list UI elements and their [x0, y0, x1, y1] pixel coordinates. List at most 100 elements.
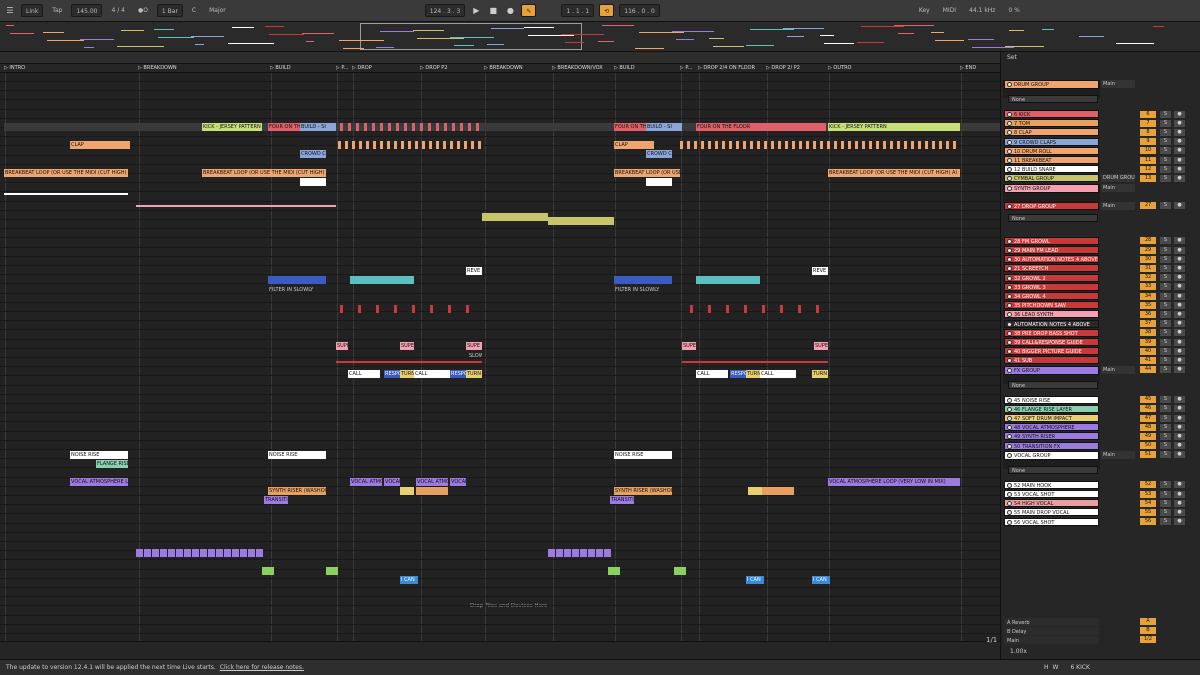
track-fold-icon[interactable] [1007, 406, 1012, 412]
track-header[interactable]: 48 VOCAL ATMOSPHERE [1004, 423, 1099, 432]
track-number[interactable]: 39 [1140, 338, 1156, 346]
clip-turn-2[interactable]: TURN [466, 370, 482, 378]
track-header[interactable]: 41 SUB [1004, 356, 1099, 365]
track-number[interactable]: 13 [1140, 174, 1156, 182]
track-fold-icon[interactable] [1007, 416, 1012, 421]
track-header[interactable]: 49 SYNTH RISER [1004, 432, 1099, 441]
clip-synth-blue[interactable] [268, 276, 326, 284]
clip-four-floor-3[interactable]: FOUR ON THE FLOOR [696, 123, 826, 131]
clip-turn-4[interactable]: TURN [812, 370, 828, 378]
track-lane[interactable] [0, 533, 1000, 542]
track-fold-icon[interactable] [1007, 501, 1012, 507]
return-track[interactable]: Main [1004, 636, 1099, 644]
clap-hit[interactable] [932, 141, 935, 149]
solo-button[interactable]: S [1160, 165, 1171, 173]
clap-hit[interactable] [890, 141, 893, 149]
midi-map-button[interactable]: MIDI [939, 4, 960, 17]
locator-6[interactable]: ▷ BREAKDOWN [484, 65, 523, 71]
tap-button[interactable]: Tap [48, 4, 66, 17]
vocal-hook-chop[interactable] [184, 549, 191, 557]
growl-hit[interactable] [376, 305, 379, 313]
clap-hit[interactable] [359, 141, 362, 149]
locator-10[interactable]: ▷ DROP 2/4 ON FLOOR [698, 65, 755, 71]
h-toggle[interactable]: H [1044, 664, 1049, 671]
clap-hit[interactable] [904, 141, 907, 149]
track-header[interactable]: 29 MAIN FM LEAD [1004, 246, 1099, 254]
arm-button[interactable]: ● [1174, 423, 1185, 431]
locator-7[interactable]: ▷ BREAKDOWN/VOX [552, 65, 603, 71]
solo-button[interactable]: S [1160, 320, 1171, 328]
track-fold-icon[interactable] [1007, 312, 1012, 318]
clap-hit[interactable] [722, 141, 725, 149]
clap-hit[interactable] [834, 141, 837, 149]
vocal-hook-chop[interactable] [192, 549, 199, 557]
growl-hit[interactable] [448, 305, 451, 313]
track-fold-icon[interactable] [1007, 139, 1012, 145]
clap-hit[interactable] [750, 141, 753, 149]
clip-reverb-2[interactable]: REVE [812, 267, 828, 275]
arm-button[interactable]: ● [1174, 329, 1185, 337]
output-routing[interactable]: DRUM GROU [1101, 174, 1135, 183]
clap-hit[interactable] [457, 141, 460, 149]
clap-hit[interactable] [918, 141, 921, 149]
beat-time-ruler[interactable] [0, 52, 1000, 64]
track-fold-icon[interactable] [1007, 367, 1012, 373]
return-track[interactable]: A Reverb [1004, 618, 1099, 626]
clip-slow[interactable]: SLOW [468, 352, 482, 360]
clap-hit[interactable] [862, 141, 865, 149]
clip-breakbeat-3[interactable]: BREAKBEAT LOOP (OR USE THE MIDI (CUT HIG… [614, 169, 680, 177]
track-lane[interactable] [0, 616, 1000, 625]
arm-button[interactable]: ● [1174, 174, 1185, 182]
track-header[interactable]: 35 PITCHDOWN SAW [1004, 301, 1099, 310]
track-header[interactable]: 27 DROP GROUP [1004, 201, 1099, 210]
clip-vocal-atmos-4[interactable]: VOCAL ATMOSPHERE LO [416, 478, 448, 486]
track-lane[interactable] [0, 331, 1000, 340]
arm-button[interactable]: ● [1174, 508, 1185, 516]
clip-super[interactable]: SUPE [336, 342, 348, 350]
kick-hit[interactable] [396, 123, 399, 131]
input-none-select[interactable]: None [1008, 380, 1098, 389]
track-header[interactable]: 56 VOCAL SHOT [1004, 517, 1099, 526]
output-routing[interactable]: Main [1101, 183, 1135, 192]
release-notes-link[interactable]: Click here for release notes. [220, 664, 304, 671]
arm-button[interactable]: ● [1174, 396, 1185, 404]
arrangement-position[interactable]: 124 . 3 . 3 [424, 4, 466, 17]
track-fold-icon[interactable] [1007, 158, 1012, 163]
clip-transition[interactable]: TRANSITI [264, 496, 288, 504]
track-number[interactable]: 41 [1140, 356, 1156, 364]
clip-response-3[interactable]: RESPO [730, 370, 746, 378]
track-number[interactable]: 36 [1140, 310, 1156, 318]
solo-button[interactable]: S [1160, 481, 1171, 489]
clip-call-4[interactable]: CALL [760, 370, 796, 378]
track-lane[interactable] [0, 625, 1000, 634]
clip-clap-2[interactable]: CLAP [614, 141, 654, 149]
track-lane[interactable] [0, 459, 1000, 469]
loop-start[interactable]: 1 . 1 . 1 [561, 4, 595, 17]
clip-turn[interactable]: TURN [400, 370, 414, 378]
track-number[interactable]: 50 [1140, 442, 1156, 450]
arm-button[interactable]: ● [1174, 320, 1185, 328]
return-letter[interactable]: B [1140, 627, 1156, 634]
track-number[interactable]: 44 [1140, 366, 1156, 374]
solo-button[interactable]: S [1160, 301, 1171, 309]
solo-button[interactable]: S [1160, 414, 1171, 422]
scale-select[interactable]: Major [205, 4, 230, 17]
vocal-hook-chop[interactable] [168, 549, 175, 557]
track-lane[interactable] [0, 496, 1000, 506]
track-header[interactable]: 46 FLANGE RISE LAYER [1004, 404, 1099, 413]
clip-synth-x3[interactable] [748, 487, 762, 495]
arm-button[interactable]: ● [1174, 518, 1185, 526]
clap-hit[interactable] [408, 141, 411, 149]
track-fold-icon[interactable] [1007, 176, 1012, 182]
track-lane[interactable] [0, 588, 1000, 598]
clap-hit[interactable] [778, 141, 781, 149]
track-header[interactable]: FX GROUP [1004, 365, 1099, 375]
locator-8[interactable]: ▷ BUILD [614, 65, 635, 71]
clip-kick-jersey-2[interactable]: KICK - JERSEY PATTERN [828, 123, 960, 131]
track-header[interactable]: 30 AUTOMATION NOTES 4 ABOVE [1004, 255, 1099, 264]
track-fold-icon[interactable] [1007, 82, 1012, 87]
track-header[interactable]: 12 BUILD SNARE [1004, 165, 1099, 174]
track-fold-icon[interactable] [1007, 482, 1012, 488]
growl-hit[interactable] [466, 305, 469, 313]
arm-button[interactable]: ● [1174, 147, 1185, 155]
